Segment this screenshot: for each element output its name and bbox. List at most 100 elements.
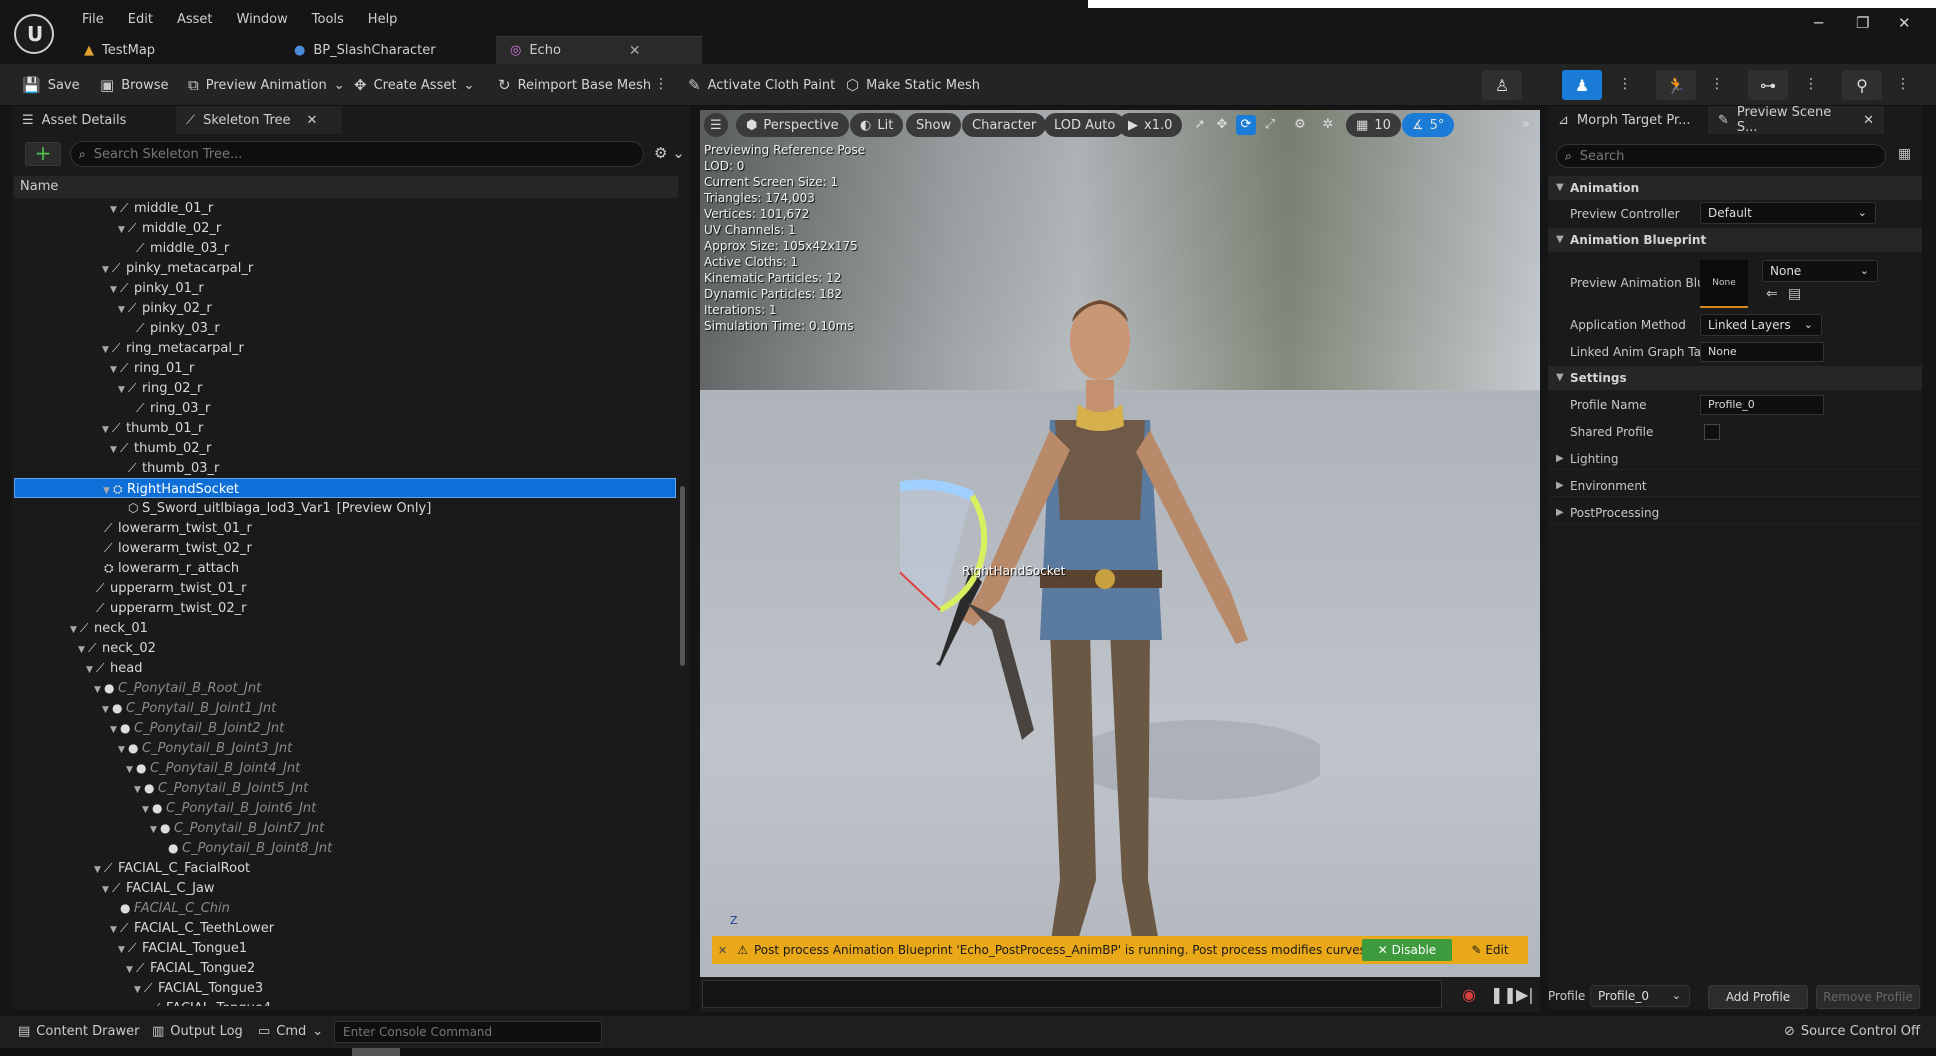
tree-row[interactable]: ⟋ upperarm_twist_01_r [14,578,676,598]
tab-preview-scene-settings[interactable]: ✎ Preview Scene S... ✕ [1708,105,1884,135]
mesh-mode-icon[interactable]: ♟ [1562,70,1602,100]
playback-speed-button[interactable]: ▶ x1.0 [1118,113,1183,137]
column-header-name[interactable]: Name [14,176,678,198]
tree-row[interactable]: ▼ ⟋ neck_01 [14,618,676,638]
expand-icon[interactable]: » [1516,115,1536,135]
section-environment[interactable]: ▶ Environment [1548,475,1922,497]
expand-icon[interactable]: ▼ [110,200,120,220]
tree-row[interactable]: ▼ ⟋ middle_02_r [14,218,676,238]
animation-mode-icon[interactable]: 🏃 [1656,70,1696,100]
gear-icon[interactable]: ⚙ ⌄ [654,144,685,162]
browse-asset-icon[interactable]: ▤ [1788,286,1801,302]
tree-row[interactable]: ▼ ⟋ FACIAL_Tongue1 [14,938,676,958]
expand-icon[interactable]: ▼ [118,740,128,760]
tree-row[interactable]: ▼ ⟋ thumb_02_r [14,438,676,458]
tree-row[interactable]: ▼ ⟋ ring_metacarpal_r [14,338,676,358]
angle-snap-button[interactable]: ∡ 5° [1402,113,1455,137]
tree-row[interactable]: ▼ ● C_Ponytail_B_Joint7_Jnt [14,818,676,838]
menu-file[interactable]: File [70,10,116,30]
shared-profile-checkbox[interactable] [1704,424,1720,440]
tree-row[interactable]: ● FACIAL_C_Chin [14,898,676,918]
tree-row[interactable]: ▼ ⟋ ring_02_r [14,378,676,398]
expand-icon[interactable]: ▼ [118,940,128,960]
viewport-menu-button[interactable]: ☰ [704,113,728,137]
expand-icon[interactable]: ▼ [110,440,120,460]
close-icon[interactable]: ✕ [629,43,641,59]
tree-row[interactable]: ▼ ● C_Ponytail_B_Joint6_Jnt [14,798,676,818]
section-settings[interactable]: ▼ Settings [1548,366,1922,390]
more-icon[interactable]: ⋮ [1896,76,1910,92]
use-selected-icon[interactable]: ⇐ [1766,286,1778,302]
tree-row[interactable]: ▼ ● C_Ponytail_B_Joint1_Jnt [14,698,676,718]
tab-morph-target-preview[interactable]: ⊿ Morph Target Pr... [1548,106,1708,134]
console-input[interactable] [334,1021,602,1043]
timeline-input[interactable] [702,980,1442,1008]
output-log-button[interactable]: ▥ Output Log [152,1024,243,1039]
skeleton-search-input[interactable] [93,146,614,162]
tree-row[interactable]: ▼ ● C_Ponytail_B_Joint5_Jnt [14,778,676,798]
expand-icon[interactable]: ▼ [134,780,144,800]
grid-snap-button[interactable]: ▦ 10 [1346,113,1401,137]
menu-edit[interactable]: Edit [116,10,165,30]
expand-icon[interactable]: ▼ [102,260,112,280]
bottom-scroll-thumb[interactable] [352,1048,400,1056]
character-button[interactable]: Character [962,113,1047,137]
tree-row[interactable]: ▼ ⟋ FACIAL_Tongue2 [14,958,676,978]
browse-button[interactable]: ▣ Browse [100,64,169,106]
expand-icon[interactable]: ▼ [110,280,120,300]
tree-row[interactable]: ▼ ⟋ pinky_02_r [14,298,676,318]
tree-row[interactable]: ⟋ upperarm_twist_02_r [14,598,676,618]
profile-name-field[interactable]: Profile_0 [1700,395,1824,415]
disable-button[interactable]: ✕ Disable [1362,939,1452,961]
pause-icon[interactable]: ❚❚ [1490,985,1517,1004]
tree-row[interactable]: ▼ ⟋ pinky_metacarpal_r [14,258,676,278]
asset-thumbnail[interactable]: None [1700,260,1748,308]
tree-row[interactable]: ▼ ⟋ FACIAL_C_TeethLower [14,918,676,938]
world-icon[interactable]: ⚙ [1290,115,1310,135]
expand-icon[interactable]: ▼ [126,960,136,980]
tab-echo[interactable]: ◎ Echo ✕ [496,36,702,64]
expand-icon[interactable]: ▼ [70,620,80,640]
section-postprocessing[interactable]: ▶ PostProcessing [1548,502,1922,524]
expand-icon[interactable]: ▼ [118,300,128,320]
expand-icon[interactable]: ▼ [78,640,88,660]
close-icon[interactable]: ✕ [307,113,318,128]
expand-icon[interactable]: ▼ [110,720,120,740]
perspective-button[interactable]: ⬢ Perspective [736,113,849,137]
reimport-button[interactable]: ↻ Reimport Base Mesh [498,64,651,106]
expand-icon[interactable]: ▼ [126,760,136,780]
tree-row[interactable]: ▼ ⟋ pinky_01_r [14,278,676,298]
menu-window[interactable]: Window [225,10,300,30]
linked-tag-field[interactable]: None [1700,342,1824,362]
more-icon[interactable]: ⋮ [1618,76,1632,92]
preview-animation-button[interactable]: ⧉ Preview Animation ⌄ [188,64,345,106]
tree-row[interactable]: ▼ ⟋ thumb_01_r [14,418,676,438]
rotate-icon[interactable]: ⟳ [1236,115,1256,135]
blueprint-mode-icon[interactable]: ⊶ [1748,70,1788,100]
scale-icon[interactable]: ⤢ [1260,115,1280,135]
surface-snap-icon[interactable]: ✲ [1318,115,1338,135]
expand-icon[interactable]: ▼ [102,700,112,720]
edit-button[interactable]: ✎ Edit [1460,939,1520,961]
minimize-icon[interactable]: ─ [1814,14,1823,32]
record-icon[interactable]: ◉ [1462,985,1476,1004]
add-button[interactable]: + [25,142,61,166]
tree-row[interactable]: ⬡ S_Sword_uitlbiaga_lod3_Var1 [Preview Onl… [14,498,676,518]
tree-row[interactable]: ⟋ lowerarm_twist_02_r [14,538,676,558]
step-forward-icon[interactable]: ▶| [1516,985,1534,1004]
physics-mode-icon[interactable]: ⚲ [1842,70,1882,100]
content-drawer-button[interactable]: ▤ Content Drawer [18,1024,139,1039]
make-static-mesh-button[interactable]: ⬡ Make Static Mesh [846,64,980,106]
remove-profile-button[interactable]: Remove Profile [1816,985,1920,1009]
tree-row[interactable]: ▼ ⛭ RightHandSocket [14,478,676,498]
expand-icon[interactable]: ▼ [102,880,112,900]
more-icon[interactable]: ⋮ [1804,76,1818,92]
expand-icon[interactable]: ▼ [94,680,104,700]
more-icon[interactable]: ⋮ [654,76,668,92]
expand-icon[interactable]: ▼ [102,340,112,360]
profile-dropdown[interactable]: Profile_0 ⌄ [1590,985,1690,1007]
tab-skeleton-tree[interactable]: ⟋ Skeleton Tree ✕ [176,106,342,134]
cmd-button[interactable]: ▭ Cmd ⌄ [258,1024,323,1039]
show-button[interactable]: Show [906,113,962,137]
tree-row[interactable]: ▼ ⟋ middle_01_r [14,198,676,218]
